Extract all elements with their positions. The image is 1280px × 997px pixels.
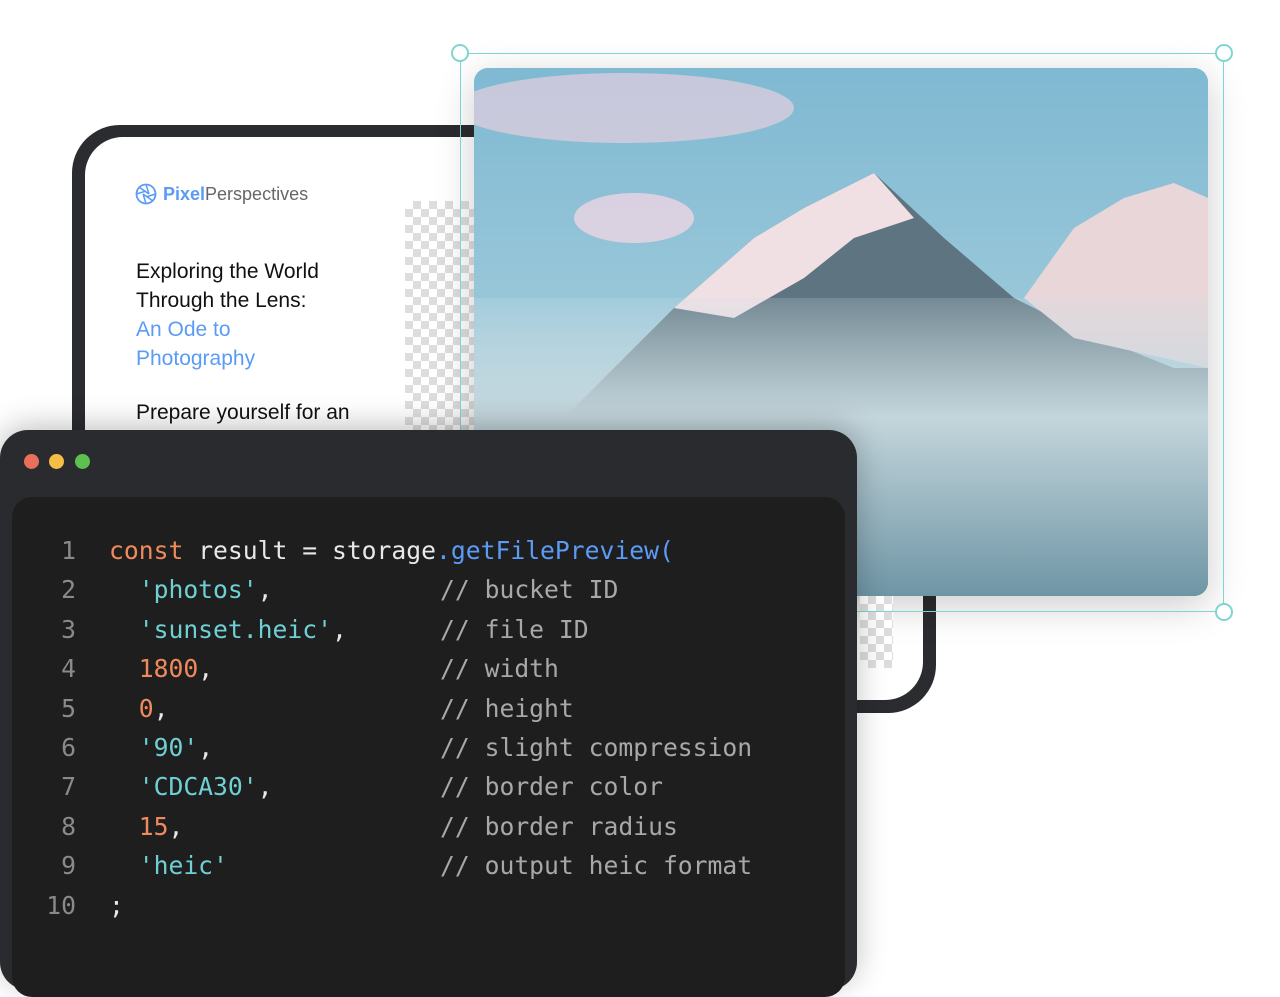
line-number: 5 [61, 693, 76, 723]
code-comment: // width [440, 654, 559, 684]
code-token: ; [109, 890, 124, 920]
code-source: 'heic' [109, 851, 228, 880]
line-number: 9 [61, 851, 76, 881]
code-token: , [257, 772, 273, 802]
code-source: ; [109, 891, 124, 920]
code-source: 15, [109, 811, 184, 841]
code-comment: // height [440, 693, 574, 723]
logo-bold: Pixel [163, 183, 206, 204]
code-comment: // border color [440, 772, 663, 802]
logo-rest: Perspectives [205, 183, 309, 204]
code-comment: // file ID [440, 614, 589, 644]
code-line: 4 1800, // width [0, 654, 857, 693]
code-line: 10; [0, 891, 857, 930]
headline: Exploring the World Through the Lens: An… [136, 257, 396, 373]
code-source: 'sunset.heic', [109, 615, 347, 644]
code-token: , [198, 654, 214, 684]
line-number: 6 [61, 733, 76, 762]
code-token: , [198, 733, 214, 762]
code-token: 'CDCA30' [109, 772, 258, 802]
code-line: 7 'CDCA30', // border color [0, 772, 857, 811]
code-token: , [153, 693, 169, 723]
code-source: 'CDCA30', [109, 772, 273, 801]
resize-handle-top-right[interactable] [1215, 44, 1233, 62]
code-source: '90', [109, 733, 213, 762]
resize-handle-bottom-right[interactable] [1215, 603, 1233, 621]
line-number: 3 [61, 614, 76, 644]
code-comment: // bucket ID [440, 575, 619, 605]
close-dot[interactable] [24, 454, 39, 469]
code-token: const [109, 536, 184, 565]
code-source: 0, [109, 693, 169, 723]
code-line: 6 '90', // slight compression [0, 733, 857, 772]
code-token: 'photos' [109, 575, 258, 605]
maximize-dot[interactable] [75, 454, 90, 469]
code-token: result = storage [183, 536, 437, 565]
code-line: 8 15, // border radius [0, 812, 857, 851]
code-comment: // slight compression [440, 733, 753, 762]
code-token: , [257, 575, 273, 605]
code-line: 1 const result = storage.getFilePreview( [0, 536, 857, 575]
code-token: 1800 [109, 654, 199, 684]
code-token: , [168, 811, 184, 841]
code-token: .getFilePreview( [436, 536, 674, 565]
code-comment: // border radius [440, 811, 678, 841]
code-source: 'photos', [109, 575, 273, 604]
code-token: 'heic' [109, 851, 228, 881]
code-source: 1800, [109, 654, 213, 683]
line-number: 2 [61, 575, 76, 605]
code-line: 3 'sunset.heic', // file ID [0, 615, 857, 654]
code-source: const result = storage.getFilePreview( [109, 536, 674, 565]
line-number: 10 [46, 890, 76, 920]
code-token: 0 [109, 693, 154, 723]
line-number: 4 [61, 654, 76, 684]
code-line: 5 0, // height [0, 694, 857, 733]
aperture-icon [135, 183, 157, 205]
code-token: 'sunset.heic' [109, 614, 332, 644]
line-number: 1 [61, 536, 76, 565]
code-comment: // output heic format [440, 851, 753, 881]
minimize-dot[interactable] [49, 454, 64, 469]
code-token: , [331, 614, 347, 644]
code-window: 1 const result = storage.getFilePreview( 2… [0, 430, 857, 997]
headline-main: Exploring the World Through the Lens: [136, 260, 319, 312]
resize-handle-top-left[interactable] [451, 44, 469, 62]
headline-accent: An Ode to Photography [136, 318, 256, 370]
code-line: 9 'heic' // output heic format [0, 851, 857, 890]
code-token: 15 [109, 811, 169, 841]
line-number: 7 [61, 772, 76, 802]
logo: PixelPerspectives [135, 183, 308, 205]
code-line: 2 'photos', // bucket ID [0, 575, 857, 614]
line-number: 8 [61, 811, 76, 841]
code-token: '90' [109, 733, 199, 762]
